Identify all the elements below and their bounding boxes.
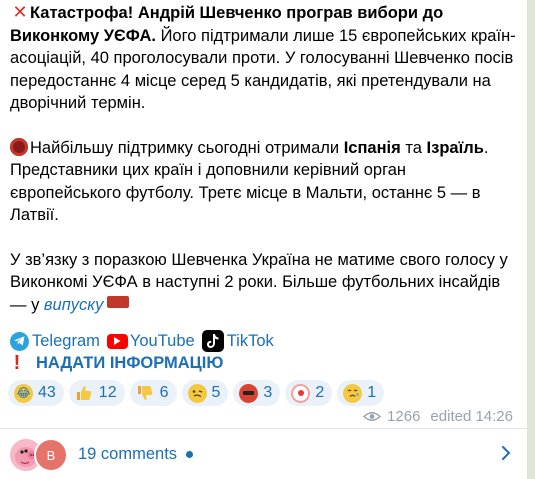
youtube-label: YouTube: [129, 331, 195, 350]
reaction-thumbs-down[interactable]: 6: [129, 380, 177, 406]
channel-post: ✕ Катастрофа! Андрій Шевченко програв виб…: [0, 0, 535, 479]
commenter-avatars: В: [4, 437, 70, 473]
reaction-count: 1: [367, 384, 377, 401]
reactions-bar: 😂 43 12 6 5 3 2 1: [8, 379, 389, 407]
channel-logo-icon: [107, 295, 130, 308]
chat-background-edge: [527, 0, 535, 479]
paragraph-3: У зв’язку з поразкою Шевченка Україна не…: [10, 249, 520, 317]
reaction-woozy[interactable]: 5: [181, 380, 229, 406]
message-text: ✕ Катастрофа! Андрій Шевченко програв виб…: [10, 1, 520, 316]
uefa-logo-icon: [10, 137, 28, 156]
youtube-icon: [106, 333, 128, 349]
crying-face-icon: [343, 383, 363, 403]
message-meta: 1266 edited 14:26: [363, 406, 513, 426]
youtube-link[interactable]: YouTube: [106, 331, 195, 351]
paragraph-2: Найбільшу підтримку сьогодні отримали Іс…: [10, 137, 520, 227]
paragraph-2-intro: Найбільшу підтримку сьогодні отримали: [30, 138, 340, 157]
comments-button[interactable]: В 19 comments: [0, 429, 527, 479]
eye-icon: [363, 411, 382, 422]
episode-link[interactable]: випуску: [44, 296, 103, 314]
rofl-icon: 😂: [14, 383, 33, 403]
cursing-face-icon: [239, 383, 259, 403]
telegram-link[interactable]: Telegram: [10, 331, 100, 351]
reaction-clown[interactable]: 2: [285, 380, 333, 406]
telegram-icon: [10, 331, 29, 351]
edited-timestamp: edited 14:26: [430, 407, 513, 425]
reaction-count: 2: [315, 384, 325, 401]
unread-dot: [186, 450, 194, 458]
tiktok-label: TikTok: [226, 331, 274, 350]
reaction-count: 6: [159, 384, 169, 401]
clown-face-icon: [291, 383, 311, 403]
telegram-label: Telegram: [32, 331, 100, 350]
tiktok-link[interactable]: TikTok: [201, 330, 274, 352]
cross-mark-icon: ✕: [12, 2, 28, 22]
reaction-crying[interactable]: 1: [337, 380, 385, 406]
reaction-cursing[interactable]: 3: [233, 380, 281, 406]
reaction-thumbs-up[interactable]: 12: [68, 380, 125, 406]
message-bubble: ✕ Катастрофа! Андрій Шевченко програв виб…: [0, 0, 527, 428]
view-count: 1266: [387, 407, 421, 425]
exclamation-icon: !: [13, 351, 21, 374]
tiktok-icon: [201, 330, 224, 352]
thumbs-up-icon: [75, 384, 94, 403]
connector-text: та: [405, 138, 422, 157]
paragraph-1: ✕ Катастрофа! Андрій Шевченко програв виб…: [10, 1, 520, 115]
provide-info-link[interactable]: НАДАТИ ІНФОРМАЦІЮ: [36, 354, 223, 373]
provide-info-row: ! НАДАТИ ІНФОРМАЦІЮ: [10, 351, 224, 374]
reaction-count: 3: [263, 384, 273, 401]
reaction-rofl[interactable]: 😂 43: [8, 380, 64, 406]
country-israel: Ізраїль: [426, 138, 484, 157]
thumbs-down-icon: [136, 384, 155, 403]
woozy-face-icon: [187, 383, 207, 403]
social-links: Telegram YouTube TikTok: [10, 329, 281, 353]
chevron-right-icon[interactable]: [501, 445, 511, 466]
country-spain: Іспанія: [343, 138, 401, 157]
reaction-count: 43: [38, 384, 56, 401]
comments-count[interactable]: 19 comments: [78, 445, 177, 464]
reaction-count: 12: [98, 384, 117, 401]
reaction-count: 5: [211, 384, 221, 401]
avatar-letter: В: [34, 438, 68, 472]
